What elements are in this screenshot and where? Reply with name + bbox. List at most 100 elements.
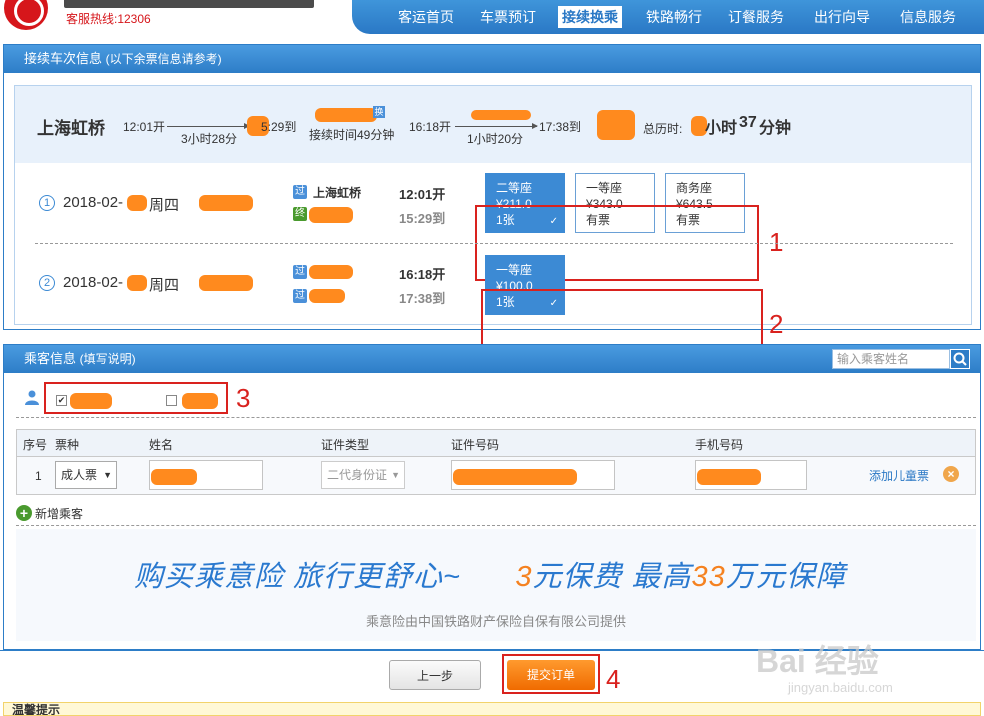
trip-panel-subtitle: (以下余票信息请参考) — [105, 52, 222, 66]
redacted-to-station — [309, 207, 353, 223]
leg1-departure: 12:01开 — [123, 120, 166, 134]
redacted-date — [127, 275, 147, 291]
leg1-duration: 3小时28分 — [181, 132, 238, 146]
seat-class: 一等座 — [586, 181, 623, 195]
insurance-slogan: 购买乘意险 旅行更舒心~ 3元保费 最高33万元保障 — [134, 553, 846, 595]
pass-station-icon: 过 — [293, 289, 307, 303]
leg2-dep-time: 16:18开 — [399, 267, 446, 282]
col-ticket-type: 票种 — [55, 438, 80, 452]
leg2-departure: 16:18开 — [409, 120, 452, 134]
id-type-select[interactable]: 二代身份证 ▼ — [321, 461, 405, 489]
nav-transfer[interactable]: 接续换乘 — [558, 6, 622, 28]
redacted-destination — [597, 110, 635, 140]
seat-class: 二等座 — [496, 181, 533, 195]
insurance-provider-note: 乘意险由中国铁路财产保险自保有限公司提供 — [365, 614, 626, 629]
prev-step-button[interactable]: 上一步 — [389, 660, 481, 690]
leg2-arrow-icon — [455, 123, 538, 129]
ticket-type-value: 成人票 — [61, 468, 98, 482]
baidu-watermark: Bai 经验 — [756, 643, 879, 679]
slogan-fee-number: 3 — [515, 561, 533, 593]
baidu-watermark-url: jingyan.baidu.com — [788, 680, 893, 695]
leg2-arrival: 17:38到 — [539, 120, 582, 134]
railway-logo-icon[interactable] — [4, 0, 48, 30]
redacted-date — [127, 195, 147, 211]
nav-meal[interactable]: 订餐服务 — [724, 6, 788, 28]
passenger-panel-title: 乘客信息 — [24, 351, 77, 366]
end-station-icon: 终 — [293, 207, 307, 221]
leg2-arr-time: 17:38到 — [399, 291, 446, 306]
hotline-text: 客服热线:12306 — [66, 12, 151, 26]
total-minutes: 37 — [739, 114, 757, 131]
redacted-transfer-station — [315, 108, 377, 122]
nav-booking[interactable]: 车票预订 — [476, 6, 540, 28]
add-icon[interactable]: + — [16, 505, 32, 521]
leg1-index: 1 — [39, 195, 55, 211]
col-index: 序号 — [23, 438, 48, 452]
transfer-icon: 换 — [373, 106, 385, 118]
trip-info-panel: 接续车次信息 (以下余票信息请参考) 上海虹桥 12:01开 3小时28分 5:… — [3, 44, 981, 357]
row-divider — [35, 243, 953, 244]
slogan-part-b: 元保费 最高 — [532, 561, 692, 593]
tip-title: 温馨提示 — [12, 703, 61, 716]
leg2-duration: 1小时20分 — [467, 132, 524, 146]
divider — [16, 417, 976, 418]
remove-passenger-icon[interactable]: × — [943, 466, 959, 482]
passenger-table-header: 序号 票种 姓名 证件类型 证件号码 手机号码 — [16, 429, 976, 457]
total-duration-label: 总历时: — [643, 122, 683, 136]
seat-class: 一等座 — [496, 263, 533, 277]
site-header: 客服热线:12306 客运首页 车票预订 接续换乘 铁路畅行 订餐服务 出行向导… — [0, 0, 984, 34]
col-id-number: 证件号码 — [451, 438, 500, 452]
trip-summary: 上海虹桥 12:01开 3小时28分 5:29到 换 接续时间49分钟 16:1… — [14, 85, 972, 163]
passenger-panel: 乘客信息 (填写说明) 输入乘客姓名 ✔ 3 序号 票种 姓名 证件类型 证件号… — [3, 344, 981, 650]
leg2-index: 2 — [39, 275, 55, 291]
nav-travel-guide[interactable]: 出行向导 — [810, 6, 874, 28]
user-icon — [24, 389, 40, 408]
origin-station: 上海虹桥 — [37, 119, 105, 138]
chevron-down-icon: ▼ — [103, 470, 112, 480]
total-minutes-unit: 分钟 — [759, 120, 792, 137]
leg1-arrival: 5:29到 — [261, 120, 297, 134]
add-child-ticket-link[interactable]: 添加儿童票 — [869, 467, 929, 484]
chevron-down-icon: ▼ — [391, 470, 400, 480]
id-type-value: 二代身份证 — [327, 468, 388, 482]
redacted-train — [199, 195, 253, 211]
main-nav: 客运首页 车票预订 接续换乘 铁路畅行 订餐服务 出行向导 信息服务 — [352, 0, 984, 34]
nav-info[interactable]: 信息服务 — [896, 6, 960, 28]
redacted-to-station — [309, 289, 345, 303]
redacted-id-value — [453, 469, 577, 485]
site-title — [64, 0, 314, 8]
annotation-box-3 — [44, 382, 228, 414]
total-hours-unit: 小时 — [705, 120, 738, 137]
annotation-label-4: 4 — [606, 664, 621, 694]
leg2-date: 2018-02- — [63, 274, 124, 291]
pass-station-icon: 过 — [293, 265, 307, 279]
insurance-banner[interactable]: 购买乘意险 旅行更舒心~ 3元保费 最高33万元保障 乘意险由中国铁路财产保险自… — [16, 529, 976, 641]
passenger-panel-header: 乘客信息 (填写说明) 输入乘客姓名 — [4, 345, 980, 373]
slogan-part-c: 万元保障 — [725, 561, 846, 593]
redacted-train-no — [471, 110, 531, 120]
search-icon[interactable] — [950, 349, 970, 369]
redacted-train — [199, 275, 253, 291]
col-name: 姓名 — [149, 438, 174, 452]
leg1-arr-time: 15:29到 — [399, 211, 446, 226]
pass-station-icon: 过 — [293, 185, 307, 199]
transfer-time: 接续时间49分钟 — [309, 128, 395, 142]
redacted-from-station — [309, 265, 353, 279]
ticket-type-select[interactable]: 成人票 ▼ — [55, 461, 117, 489]
annotation-box-4 — [502, 654, 600, 694]
leg1-date: 2018-02- — [63, 194, 124, 211]
redacted-phone-value — [697, 469, 761, 485]
fill-instructions-link[interactable]: (填写说明) — [80, 352, 136, 366]
trip-panel-header: 接续车次信息 (以下余票信息请参考) — [4, 45, 980, 73]
nav-home[interactable]: 客运首页 — [394, 6, 458, 28]
passenger-search-input[interactable]: 输入乘客姓名 — [832, 349, 950, 369]
add-passenger-link[interactable]: 新增乘客 — [35, 505, 83, 522]
row-index: 1 — [35, 469, 42, 483]
nav-railway-pass[interactable]: 铁路畅行 — [642, 6, 706, 28]
leg2-weekday: 周四 — [149, 277, 180, 294]
leg1-arrow-icon — [167, 123, 250, 129]
tip-bar: 温馨提示 — [3, 702, 981, 716]
trip-panel-title: 接续车次信息 — [24, 51, 103, 66]
passenger-row: 1 成人票 ▼ 二代身份证 ▼ 添加儿童票 × — [16, 457, 976, 495]
divider — [16, 525, 976, 526]
